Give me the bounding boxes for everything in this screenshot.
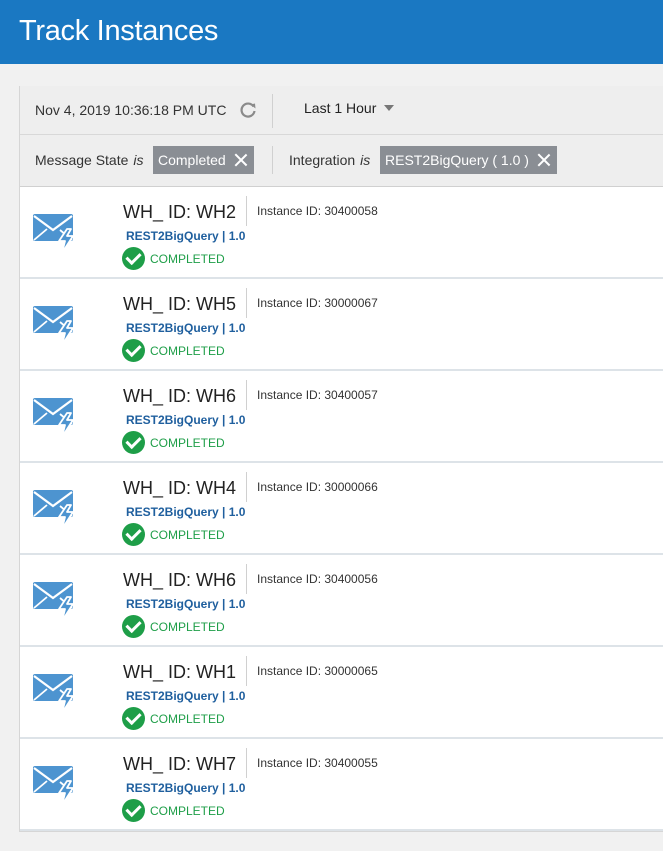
integration-link[interactable]: REST2BigQuery | 1.0 — [126, 689, 245, 703]
row-divider — [246, 288, 247, 318]
check-circle-icon — [122, 247, 145, 270]
integration-filter-chip: REST2BigQuery ( 1.0 ) — [380, 146, 557, 174]
check-circle-icon — [122, 339, 145, 362]
status-text: COMPLETED — [150, 435, 225, 450]
instance-name[interactable]: WH_ ID: WH1 — [123, 662, 236, 683]
instance-row[interactable]: WH_ ID: WH4 Instance ID: 30000066 REST2B… — [20, 463, 663, 555]
integration-link[interactable]: REST2BigQuery | 1.0 — [126, 321, 245, 335]
message-state-filter-chip: Completed — [153, 146, 254, 174]
row-divider — [246, 656, 247, 686]
status-indicator: COMPLETED — [122, 523, 225, 546]
remove-filter-icon[interactable] — [234, 153, 248, 167]
status-text: COMPLETED — [150, 711, 225, 726]
caret-down-icon — [384, 105, 395, 111]
last-refresh-timestamp: Nov 4, 2019 10:36:18 PM UTC — [35, 102, 227, 118]
status-text: COMPLETED — [150, 343, 225, 358]
filter-chip-divider — [272, 146, 273, 174]
message-bolt-icon — [33, 306, 74, 346]
status-indicator: COMPLETED — [122, 707, 225, 730]
instance-id: Instance ID: 30400057 — [257, 388, 378, 402]
message-bolt-icon — [33, 214, 74, 254]
status-text: COMPLETED — [150, 619, 225, 634]
check-circle-icon — [122, 707, 145, 730]
integration-chip-label: REST2BigQuery ( 1.0 ) — [385, 152, 529, 168]
page-header: Track Instances — [0, 0, 663, 64]
instance-name[interactable]: WH_ ID: WH2 — [123, 202, 236, 223]
integration-link[interactable]: REST2BigQuery | 1.0 — [126, 413, 245, 427]
message-bolt-icon — [33, 674, 74, 714]
row-divider — [246, 472, 247, 502]
instance-id: Instance ID: 30000066 — [257, 480, 378, 494]
instance-row[interactable]: WH_ ID: WH1 Instance ID: 30000065 REST2B… — [20, 647, 663, 739]
instance-name[interactable]: WH_ ID: WH4 — [123, 478, 236, 499]
instance-name[interactable]: WH_ ID: WH6 — [123, 386, 236, 407]
status-indicator: COMPLETED — [122, 615, 225, 638]
check-circle-icon — [122, 615, 145, 638]
remove-filter-icon[interactable] — [537, 153, 551, 167]
instance-id: Instance ID: 30400058 — [257, 204, 378, 218]
instance-row[interactable]: WH_ ID: WH6 Instance ID: 30400057 REST2B… — [20, 371, 663, 463]
toolbar-divider — [272, 94, 273, 128]
status-text: COMPLETED — [150, 251, 225, 266]
instance-row[interactable]: WH_ ID: WH2 Instance ID: 30400058 REST2B… — [20, 187, 663, 279]
check-circle-icon — [122, 431, 145, 454]
message-state-operator: is — [133, 152, 144, 168]
integration-link[interactable]: REST2BigQuery | 1.0 — [126, 229, 245, 243]
status-text: COMPLETED — [150, 527, 225, 542]
instance-name[interactable]: WH_ ID: WH5 — [123, 294, 236, 315]
status-text: COMPLETED — [150, 803, 225, 818]
integration-operator: is — [360, 152, 371, 168]
message-bolt-icon — [33, 398, 74, 438]
instance-row[interactable]: WH_ ID: WH7 Instance ID: 30400055 REST2B… — [20, 739, 663, 831]
status-indicator: COMPLETED — [122, 247, 225, 270]
instance-id: Instance ID: 30400055 — [257, 756, 378, 770]
integration-filter-label: Integration is — [289, 152, 370, 168]
filter-divider — [20, 134, 663, 135]
integration-label: Integration — [289, 152, 356, 168]
message-bolt-icon — [33, 766, 74, 806]
message-bolt-icon — [33, 490, 74, 530]
instance-name[interactable]: WH_ ID: WH6 — [123, 570, 236, 591]
instance-list: WH_ ID: WH2 Instance ID: 30400058 REST2B… — [20, 187, 663, 831]
instance-row[interactable]: WH_ ID: WH6 Instance ID: 30400056 REST2B… — [20, 555, 663, 647]
page-title: Track Instances — [19, 15, 219, 47]
integration-link[interactable]: REST2BigQuery | 1.0 — [126, 597, 245, 611]
instance-row[interactable]: WH_ ID: WH5 Instance ID: 30000067 REST2B… — [20, 279, 663, 371]
check-circle-icon — [122, 799, 145, 822]
row-divider — [246, 380, 247, 410]
integration-link[interactable]: REST2BigQuery | 1.0 — [126, 781, 245, 795]
status-indicator: COMPLETED — [122, 799, 225, 822]
check-circle-icon — [122, 523, 145, 546]
instances-panel: Nov 4, 2019 10:36:18 PM UTC Last 1 Hour … — [19, 86, 663, 832]
instance-id: Instance ID: 30000067 — [257, 296, 378, 310]
row-divider — [246, 196, 247, 226]
message-state-label: Message State — [35, 152, 129, 168]
time-range-dropdown[interactable]: Last 1 Hour — [304, 100, 395, 116]
instance-id: Instance ID: 30400056 — [257, 572, 378, 586]
message-state-chip-label: Completed — [158, 152, 226, 168]
instance-name[interactable]: WH_ ID: WH7 — [123, 754, 236, 775]
integration-link[interactable]: REST2BigQuery | 1.0 — [126, 505, 245, 519]
message-state-filter-label: Message State is — [35, 152, 144, 168]
time-range-value: Last 1 Hour — [304, 100, 377, 116]
message-bolt-icon — [33, 582, 74, 622]
refresh-icon[interactable] — [238, 100, 258, 120]
row-divider — [246, 748, 247, 778]
filter-bar: Nov 4, 2019 10:36:18 PM UTC Last 1 Hour … — [20, 86, 663, 187]
instance-id: Instance ID: 30000065 — [257, 664, 378, 678]
status-indicator: COMPLETED — [122, 339, 225, 362]
row-divider — [246, 564, 247, 594]
status-indicator: COMPLETED — [122, 431, 225, 454]
